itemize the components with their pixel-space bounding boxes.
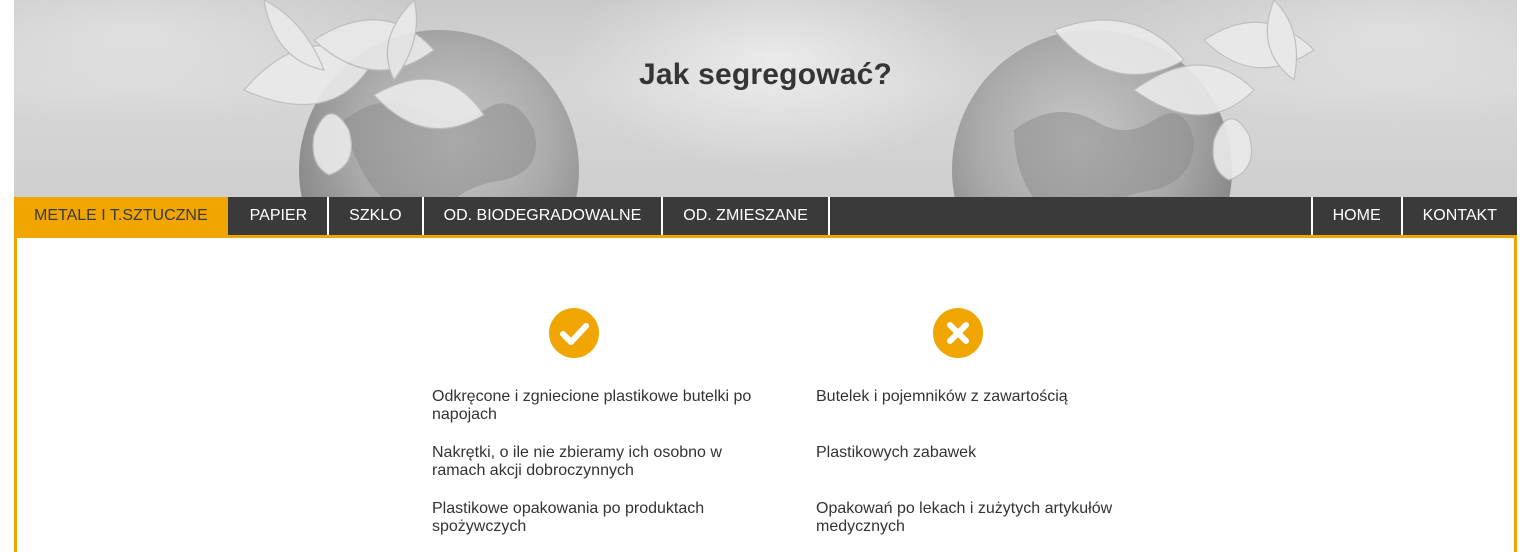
list-item: Plastikowych zabawek (816, 444, 977, 461)
nav-categories: METALE I T.SZTUCZNE PAPIER SZKLO OD. BIO… (14, 197, 830, 235)
list-item: Odkręcone i zgniecione plastikowe butelk… (432, 388, 752, 423)
x-circle-icon (933, 308, 983, 358)
nav-item-metale-i-tworzywa[interactable]: METALE I T.SZTUCZNE (14, 197, 230, 235)
page: Jak segregować? METALE I T.SZTUCZNE PAPI… (14, 0, 1517, 552)
allowed-list: Odkręcone i zgniecione plastikowe butelk… (432, 388, 762, 552)
list-item: Butelek i pojemników z zawartością (816, 388, 1068, 405)
header-banner: Jak segregować? (14, 0, 1517, 197)
content-panel: Odkręcone i zgniecione plastikowe butelk… (14, 238, 1517, 552)
nav-item-szklo[interactable]: SZKLO (329, 197, 424, 235)
nav-item-zmieszane[interactable]: OD. ZMIESZANE (663, 197, 830, 235)
nav-item-kontakt[interactable]: KONTAKT (1400, 197, 1517, 235)
nav-utility: HOME KONTAKT (1310, 197, 1517, 235)
banner-background-image (243, 0, 1315, 197)
check-circle-icon (549, 308, 599, 358)
list-item: Nakrętki, o ile nie zbieramy ich osobno … (432, 444, 722, 479)
forbidden-list: Butelek i pojemników z zawartością Plast… (816, 388, 1146, 552)
nav-item-papier[interactable]: PAPIER (230, 197, 330, 235)
page-title: Jak segregować? (638, 58, 893, 91)
nav-item-biodegradowalne[interactable]: OD. BIODEGRADOWALNE (424, 197, 664, 235)
main-nav: METALE I T.SZTUCZNE PAPIER SZKLO OD. BIO… (14, 197, 1517, 238)
list-item: Opakowań po lekach i zużytych artykułów … (816, 500, 1113, 535)
nav-item-home[interactable]: HOME (1310, 197, 1401, 235)
list-item: Plastikowe opakowania po produktach spoż… (432, 500, 705, 535)
